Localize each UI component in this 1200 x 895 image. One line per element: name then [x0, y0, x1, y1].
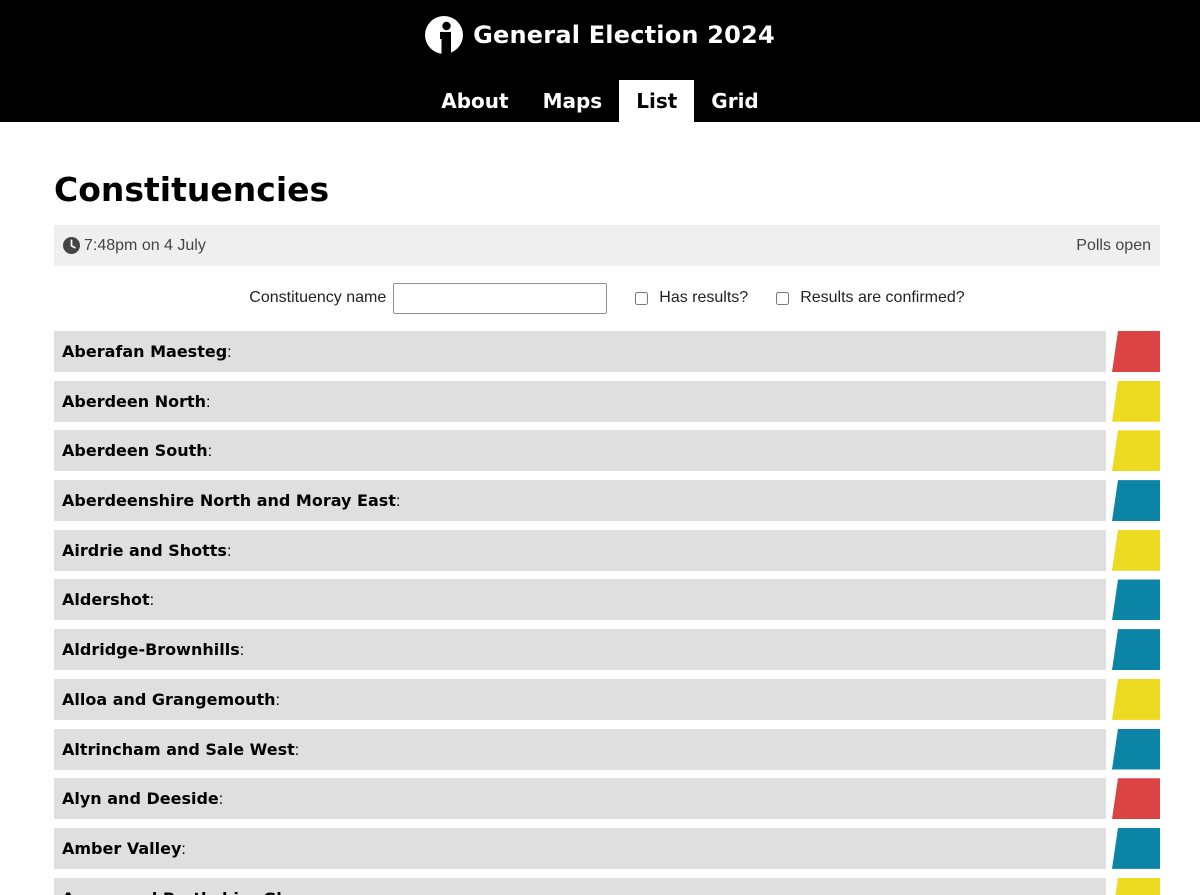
- constituency-separator: :: [181, 840, 186, 858]
- tab-grid[interactable]: Grid: [694, 80, 775, 122]
- party-swatch: [1106, 629, 1160, 671]
- constituency-separator: :: [207, 443, 213, 461]
- constituency-name-filter: Constituency name: [249, 282, 635, 314]
- constituency-row[interactable]: Aberdeen North:: [54, 380, 1160, 422]
- has-results-label: Has results?: [659, 289, 749, 306]
- constituency-label: Airdrie and Shotts:: [62, 530, 231, 571]
- party-swatch: [1106, 778, 1160, 820]
- filter-bar: Constituency name Has results? Results a…: [54, 282, 1160, 314]
- party-swatch: [1106, 827, 1160, 869]
- constituency-label: Aberdeenshire North and Moray East:: [62, 480, 400, 521]
- status-bar: 7:48pm on 4 July Polls open: [54, 225, 1160, 266]
- tab-about[interactable]: About: [424, 80, 525, 122]
- constituency-label: Aberdeen South:: [62, 430, 212, 471]
- constituency-name: Angus and Perthshire Glens: [62, 889, 314, 895]
- constituency-name-label: Constituency name: [249, 289, 387, 306]
- brand[interactable]: General Election 2024: [0, 16, 1200, 54]
- constituency-separator: :: [149, 592, 155, 610]
- constituency-name-input[interactable]: [393, 282, 608, 314]
- constituency-name: Alloa and Grangemouth: [62, 689, 276, 709]
- constituency-name: Amber Valley: [62, 838, 182, 858]
- party-color-fill: [1112, 380, 1160, 422]
- party-swatch: [1106, 529, 1160, 571]
- site-header: General Election 2024 About Maps List Grid: [0, 0, 1200, 122]
- constituency-label: Altrincham and Sale West:: [62, 729, 299, 770]
- party-swatch: [1106, 579, 1160, 621]
- constituency-label: Aldershot:: [62, 579, 154, 620]
- party-color-fill: [1112, 480, 1160, 522]
- constituency-name: Alyn and Deeside: [62, 789, 219, 809]
- confirmed-filter[interactable]: Results are confirmed?: [776, 289, 965, 307]
- party-color-fill: [1112, 331, 1160, 372]
- constituency-label: Aberdeen North:: [62, 381, 210, 422]
- constituency-name: Aldridge-Brownhills: [62, 640, 240, 660]
- constituency-separator: :: [275, 691, 280, 709]
- tab-list[interactable]: List: [619, 80, 695, 122]
- constituency-name: Aberdeen North: [62, 391, 207, 411]
- constituency-name: Aldershot: [62, 590, 150, 610]
- status-time-group: 7:48pm on 4 July: [63, 237, 206, 255]
- has-results-checkbox[interactable]: [635, 291, 649, 305]
- main-content: Constituencies 7:48pm on 4 July Polls op…: [0, 170, 1200, 895]
- constituency-row[interactable]: Airdrie and Shotts:: [54, 529, 1160, 571]
- party-swatch: [1106, 877, 1160, 895]
- party-swatch: [1106, 480, 1160, 522]
- party-color-fill: [1112, 579, 1160, 621]
- party-swatch: [1106, 430, 1160, 472]
- party-color-fill: [1112, 778, 1160, 820]
- info-i-logo-icon: [425, 16, 464, 54]
- constituency-name: Aberdeen South: [62, 441, 208, 461]
- constituency-separator: :: [206, 393, 211, 411]
- has-results-filter[interactable]: Has results?: [635, 289, 776, 307]
- polls-status: Polls open: [1076, 236, 1151, 254]
- clock-icon: [63, 237, 80, 254]
- constituency-list: Aberafan Maesteg: Aberdeen North: Aberdeen…: [54, 331, 1160, 895]
- tab-maps[interactable]: Maps: [526, 80, 620, 122]
- party-swatch: [1106, 728, 1160, 770]
- party-color-fill: [1112, 529, 1160, 571]
- constituency-row[interactable]: Alyn and Deeside:: [54, 778, 1160, 820]
- constituency-name: Aberafan Maesteg: [62, 342, 228, 361]
- constituency-label: Alloa and Grangemouth:: [62, 679, 280, 720]
- constituency-row[interactable]: Aldridge-Brownhills:: [54, 629, 1160, 671]
- status-time: 7:48pm on 4 July: [84, 236, 206, 254]
- main-nav: About Maps List Grid: [0, 80, 1200, 122]
- constituency-separator: :: [218, 791, 224, 809]
- party-color-fill: [1112, 877, 1160, 895]
- party-color-fill: [1112, 678, 1160, 720]
- constituency-separator: :: [395, 493, 401, 511]
- party-color-fill: [1112, 827, 1160, 869]
- constituency-label: Angus and Perthshire Glens:: [62, 878, 318, 895]
- results-confirmed-label: Results are confirmed?: [800, 289, 965, 306]
- constituency-name: Aberdeenshire North and Moray East: [62, 491, 396, 511]
- constituency-label: Aldridge-Brownhills:: [62, 629, 244, 670]
- constituency-row[interactable]: Angus and Perthshire Glens:: [54, 877, 1160, 895]
- constituency-separator: :: [239, 642, 245, 660]
- constituency-name: Airdrie and Shotts: [62, 540, 227, 560]
- site-title: General Election 2024: [473, 21, 775, 49]
- party-swatch: [1106, 380, 1160, 422]
- constituency-label: Alyn and Deeside:: [62, 778, 223, 819]
- constituency-separator: :: [226, 542, 232, 560]
- party-swatch: [1106, 678, 1160, 720]
- party-color-fill: [1112, 430, 1160, 472]
- constituency-row[interactable]: Aldershot:: [54, 579, 1160, 621]
- constituency-row[interactable]: Aberdeenshire North and Moray East:: [54, 480, 1160, 522]
- constituency-row[interactable]: Aberdeen South:: [54, 430, 1160, 472]
- party-color-fill: [1112, 728, 1160, 770]
- constituency-row[interactable]: Amber Valley:: [54, 827, 1160, 869]
- constituency-row[interactable]: Alloa and Grangemouth:: [54, 678, 1160, 720]
- constituency-name: Altrincham and Sale West: [62, 739, 295, 759]
- results-confirmed-checkbox[interactable]: [776, 291, 790, 305]
- page-title: Constituencies: [54, 170, 330, 209]
- constituency-separator: :: [294, 741, 300, 759]
- constituency-label: Amber Valley:: [62, 828, 186, 869]
- constituency-label: Aberafan Maesteg:: [62, 331, 232, 372]
- constituency-separator: :: [314, 891, 318, 895]
- constituency-row[interactable]: Altrincham and Sale West:: [54, 728, 1160, 770]
- party-swatch: [1106, 331, 1160, 372]
- constituency-row[interactable]: Aberafan Maesteg:: [54, 331, 1160, 372]
- party-color-fill: [1112, 629, 1160, 671]
- constituency-separator: :: [227, 344, 232, 361]
